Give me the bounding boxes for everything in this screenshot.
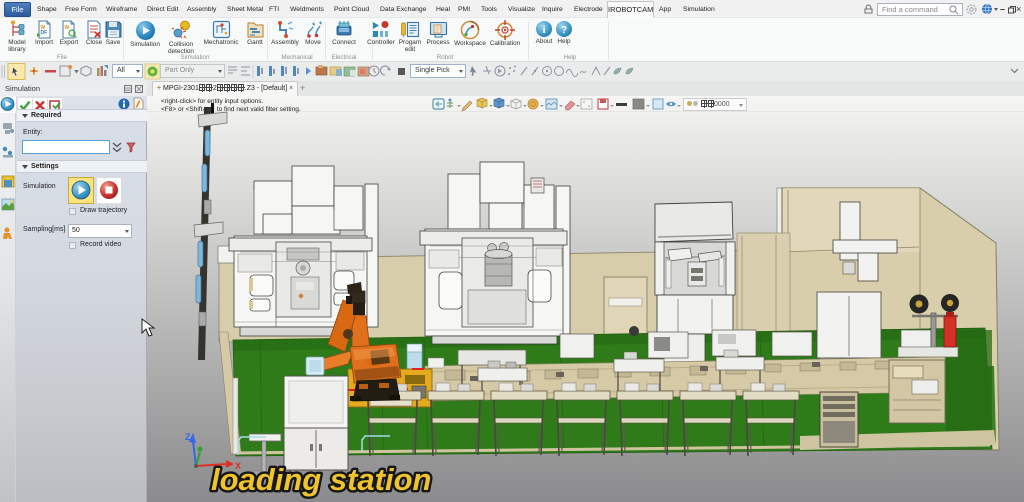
svg-text:i: i: [542, 24, 545, 36]
svg-text:loading station: loading station: [211, 462, 431, 497]
svg-text:W: W: [65, 25, 70, 31]
svg-text:?: ?: [561, 25, 567, 36]
svg-text:DF: DF: [41, 30, 48, 36]
svg-text:Z: Z: [185, 432, 191, 442]
